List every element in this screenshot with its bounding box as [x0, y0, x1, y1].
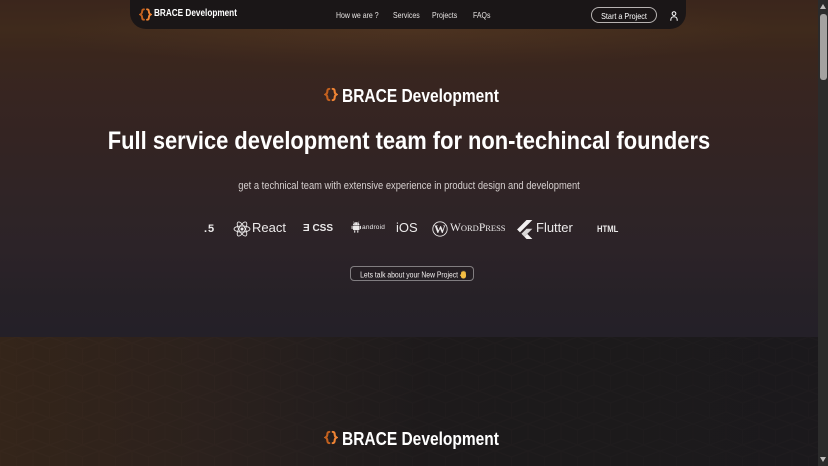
svg-text:W: W	[434, 223, 446, 236]
